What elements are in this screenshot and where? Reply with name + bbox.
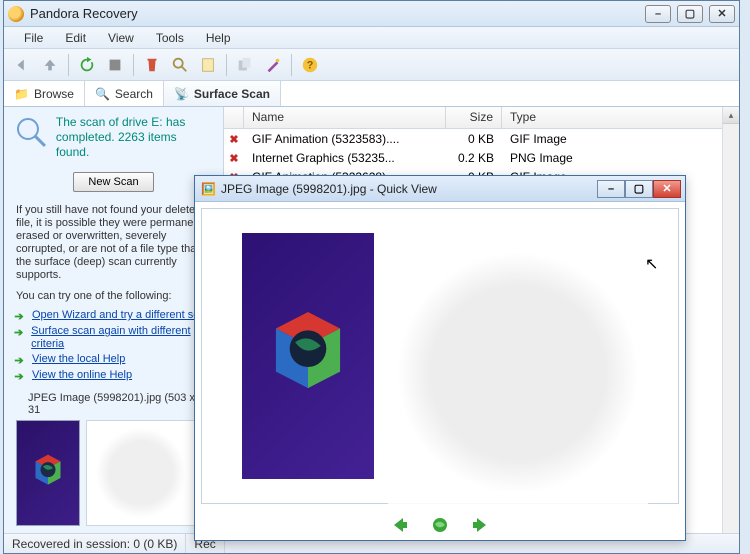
column-type[interactable]: Type [502, 107, 739, 128]
refresh-icon[interactable] [75, 53, 99, 77]
notes-icon[interactable] [196, 53, 220, 77]
back-icon[interactable] [10, 53, 34, 77]
suggestion-header: You can try one of the following: [4, 286, 223, 306]
tab-surface-scan[interactable]: 📡 Surface Scan [164, 81, 281, 106]
tab-surface-label: Surface Scan [194, 87, 270, 101]
quickview-close-button[interactable]: ✕ [653, 180, 681, 198]
scan-info-text: If you still have not found your deleted… [4, 200, 223, 286]
menu-file[interactable]: File [14, 29, 53, 47]
folder-icon: 📁 [14, 87, 29, 101]
quickview-title: JPEG Image (5998201).jpg - Quick View [221, 182, 597, 196]
wand-icon[interactable] [261, 53, 285, 77]
copy-icon[interactable] [233, 53, 257, 77]
scan-small-icon: 📡 [174, 87, 189, 101]
stop-icon[interactable] [103, 53, 127, 77]
svg-text:?: ? [307, 59, 314, 71]
arrow-icon: ➔ [12, 309, 26, 323]
menu-edit[interactable]: Edit [55, 29, 96, 47]
scan-status-text: The scan of drive E: has completed. 2263… [56, 115, 213, 160]
deleted-icon: ✖ [228, 133, 240, 145]
results-header: Name Size Type [224, 107, 739, 129]
tab-search[interactable]: 🔍 Search [85, 81, 164, 106]
deleted-icon: ✖ [228, 152, 240, 164]
main-close-button[interactable]: ✕ [709, 5, 735, 23]
results-scrollbar[interactable]: ▴ [722, 107, 739, 533]
quickview-minimize-button[interactable]: – [597, 180, 625, 198]
image-file-icon: 🖼️ [201, 182, 216, 196]
preview-thumbnail-1[interactable] [16, 420, 80, 526]
suggest-link-online-help[interactable]: View the online Help [32, 369, 132, 382]
search-small-icon: 🔍 [95, 87, 110, 101]
menubar: File Edit View Tools Help [4, 27, 739, 49]
main-minimize-button[interactable]: – [645, 5, 671, 23]
help-icon[interactable]: ? [298, 53, 322, 77]
tab-search-label: Search [115, 87, 153, 101]
scroll-up-icon[interactable]: ▴ [723, 107, 739, 124]
suggestion-list: ➔ Open Wizard and try a different scan ➔ S… [4, 306, 223, 386]
main-maximize-button[interactable]: ▢ [677, 5, 703, 23]
table-row[interactable]: ✖ Internet Graphics (53235... 0.2 KB PNG… [224, 148, 739, 167]
quickview-titlebar[interactable]: 🖼️ JPEG Image (5998201).jpg - Quick View… [195, 176, 685, 202]
menu-tools[interactable]: Tools [146, 29, 194, 47]
magnifier-icon [14, 115, 50, 151]
toolbar: ? [4, 49, 739, 81]
cube-icon [23, 448, 73, 498]
preview-filename-label: JPEG Image (5998201).jpg (503 x 31 [4, 386, 223, 420]
quickview-globe-bg [388, 229, 648, 517]
menu-view[interactable]: View [98, 29, 144, 47]
quickview-next-button[interactable] [469, 514, 491, 536]
quickview-prev-button[interactable] [389, 514, 411, 536]
up-icon[interactable] [38, 53, 62, 77]
suggest-link-local-help[interactable]: View the local Help [32, 353, 125, 366]
suggest-link-wizard[interactable]: Open Wizard and try a different scan [32, 309, 211, 322]
new-scan-button[interactable]: New Scan [73, 172, 153, 192]
menu-help[interactable]: Help [196, 29, 241, 47]
app-icon [8, 6, 24, 22]
arrow-icon: ➔ [12, 369, 26, 383]
mode-tabs: 📁 Browse 🔍 Search 📡 Surface Scan [4, 81, 739, 107]
column-size[interactable]: Size [446, 107, 502, 128]
tab-browse-label: Browse [34, 87, 74, 101]
quickview-image [242, 233, 374, 479]
status-recovered: Recovered in session: 0 (0 KB) [4, 534, 186, 553]
arrow-icon: ➔ [12, 325, 25, 339]
quickview-home-button[interactable] [429, 514, 451, 536]
cube-large-icon [253, 301, 363, 411]
column-name[interactable]: Name [244, 107, 446, 128]
quickview-body [201, 208, 679, 504]
preview-thumbnail-2[interactable] [86, 420, 196, 526]
quickview-window: 🖼️ JPEG Image (5998201).jpg - Quick View… [194, 175, 686, 541]
search-icon[interactable] [168, 53, 192, 77]
tab-browse[interactable]: 📁 Browse [4, 81, 85, 106]
suggest-link-rescan[interactable]: Surface scan again with different criter… [31, 325, 215, 351]
app-title: Pandora Recovery [30, 6, 645, 21]
quickview-maximize-button[interactable]: ▢ [625, 180, 653, 198]
delete-icon[interactable] [140, 53, 164, 77]
table-row[interactable]: ✖ GIF Animation (5323583).... 0 KB GIF I… [224, 129, 739, 148]
main-titlebar: Pandora Recovery – ▢ ✕ [4, 1, 739, 27]
sidebar: The scan of drive E: has completed. 2263… [4, 107, 224, 533]
arrow-icon: ➔ [12, 353, 26, 367]
